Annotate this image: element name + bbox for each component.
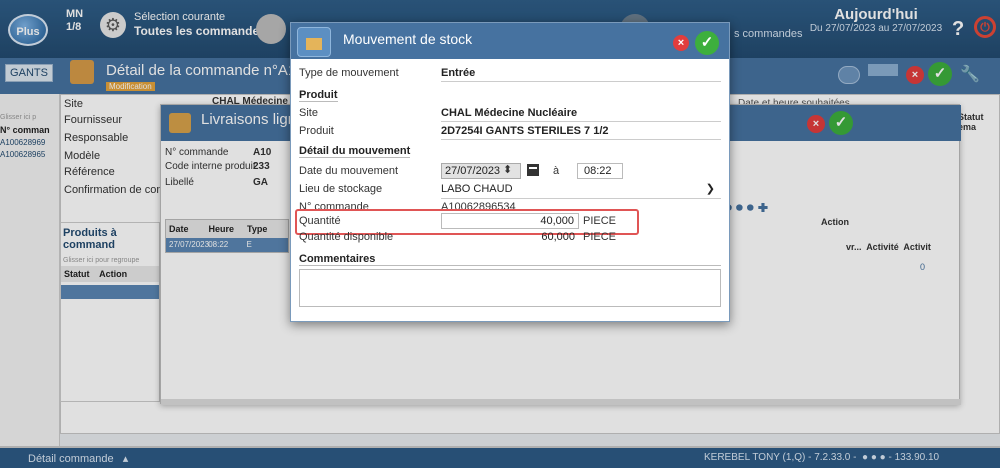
at-label: à	[553, 165, 560, 177]
available-quantity-unit: PIECE	[583, 231, 617, 243]
product-section-title: Produit	[299, 89, 338, 102]
storage-location-value: LABO CHAUD	[441, 183, 513, 195]
storage-location-select[interactable]: LABO CHAUD ❯	[441, 181, 721, 199]
storage-location-label: Lieu de stockage	[299, 183, 383, 195]
available-quantity-label: Quantité disponible	[299, 231, 394, 243]
movement-type-label: Type de mouvement	[299, 67, 399, 79]
quantity-field[interactable]: 40,000	[441, 213, 579, 229]
movement-section-title: Détail du mouvement	[299, 145, 411, 158]
available-quantity-value: 60,000	[541, 231, 575, 243]
comments-title: Commentaires	[299, 253, 721, 266]
dialog-title: Mouvement de stock	[343, 31, 473, 47]
product-label: Produit	[299, 125, 334, 137]
stock-movement-dialog: Mouvement de stock × ✓ Type de mouvement…	[290, 22, 730, 322]
divider	[441, 139, 721, 140]
site-value: CHAL Médecine Nucléaire	[441, 107, 578, 119]
divider	[441, 121, 721, 122]
chevron-down-icon: ❯	[705, 183, 715, 195]
calendar-icon[interactable]	[527, 164, 539, 176]
movement-time-field[interactable]: 08:22	[577, 163, 623, 179]
quantity-label: Quantité	[299, 215, 341, 227]
movement-date-label: Date du mouvement	[299, 165, 399, 177]
stock-icon	[297, 27, 331, 57]
product-value: 2D7254I GANTS STERILES 7 1/2	[441, 125, 609, 137]
comments-textarea[interactable]	[299, 269, 721, 307]
movement-type-value[interactable]: Entrée	[441, 67, 475, 79]
dialog-header: Mouvement de stock × ✓	[291, 23, 729, 59]
validate-icon[interactable]: ✓	[695, 31, 719, 55]
divider	[441, 81, 721, 82]
date-spinner-icon[interactable]: ⬍	[503, 163, 512, 176]
site-label: Site	[299, 107, 318, 119]
quantity-unit: PIECE	[583, 215, 617, 227]
close-icon[interactable]: ×	[673, 35, 689, 51]
